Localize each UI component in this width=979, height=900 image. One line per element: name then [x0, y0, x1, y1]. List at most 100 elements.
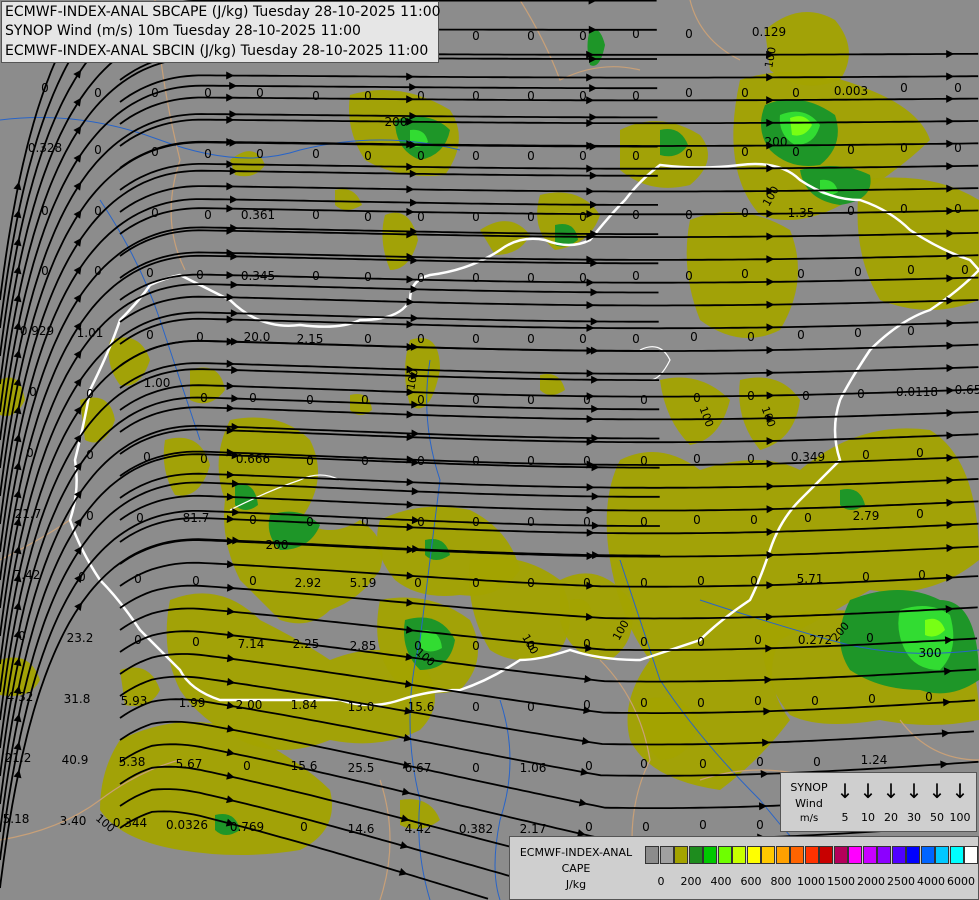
cin-label: 0 — [854, 265, 862, 279]
cin-label: 4.32 — [7, 690, 34, 704]
cape-color-swatch — [906, 846, 920, 864]
cin-label: 0 — [741, 206, 749, 220]
down-arrow-icon: ↓ — [905, 779, 923, 803]
cin-label: 0 — [697, 696, 705, 710]
cin-label: 0 — [527, 271, 535, 285]
cin-label: 0.361 — [241, 208, 275, 222]
cin-label: 0 — [792, 145, 800, 159]
cin-label: 0 — [685, 27, 693, 41]
cin-label: 0 — [94, 204, 102, 218]
title-box: ECMWF-INDEX-ANAL SBCAPE (J/kg) Tuesday 2… — [1, 1, 441, 63]
cape-color-swatch — [688, 846, 703, 864]
cin-label: 0 — [747, 330, 755, 344]
cin-label: 0 — [741, 267, 749, 281]
cin-label: 0 — [472, 454, 480, 468]
cin-label: 0 — [961, 263, 969, 277]
cape-color-swatch — [659, 846, 674, 864]
cin-label: 0 — [747, 389, 755, 403]
cin-label: 0 — [94, 86, 102, 100]
down-arrow-icon: ↓ — [928, 779, 946, 803]
cin-label: 0 — [697, 574, 705, 588]
cin-label: 200 — [385, 115, 408, 129]
cin-label: 31.8 — [64, 692, 91, 706]
cin-label: 0 — [204, 208, 212, 222]
cin-label: 0 — [192, 635, 200, 649]
cape-color-swatch — [935, 846, 949, 864]
cin-label: 0 — [907, 324, 915, 338]
cin-label: 0 — [847, 204, 855, 218]
cin-label: 0 — [954, 202, 962, 216]
cin-label: 5.19 — [350, 576, 377, 590]
cin-label: 0 — [364, 332, 372, 346]
cin-label: 5.93 — [121, 694, 148, 708]
cin-label: 2.85 — [350, 639, 377, 653]
cin-label: 0 — [41, 264, 49, 278]
cin-label: 23.2 — [67, 631, 94, 645]
cin-label: 0 — [204, 86, 212, 100]
cape-color-swatch — [703, 846, 717, 864]
cin-label: 0.129 — [752, 25, 786, 39]
cin-label: 0 — [417, 515, 425, 529]
cape-color-swatch — [920, 846, 935, 864]
cin-label: 0 — [417, 210, 425, 224]
cin-label: 0 — [364, 149, 372, 163]
wind-speed-label: 100 — [949, 811, 971, 824]
cin-label: 0 — [472, 700, 480, 714]
cin-label: 0 — [86, 387, 94, 401]
down-arrow-icon: ↓ — [951, 779, 969, 803]
cape-tick-label: 6000 — [947, 875, 975, 888]
cin-label: 0 — [136, 511, 144, 525]
cin-label: 0 — [854, 326, 862, 340]
cin-label: 0 — [640, 515, 648, 529]
cape-color-swatch — [964, 846, 978, 864]
cin-label: 0 — [312, 208, 320, 222]
cin-label: 0 — [204, 147, 212, 161]
cin-label: 0 — [579, 210, 587, 224]
cin-label: 0 — [312, 269, 320, 283]
cin-label: 0 — [243, 759, 251, 773]
cin-label: 0 — [579, 149, 587, 163]
cin-label: 0 — [361, 515, 369, 529]
wind-speed-label: 5 — [841, 811, 849, 824]
cin-label: 5.67 — [176, 757, 203, 771]
cin-label: 0 — [754, 694, 762, 708]
cin-label: 0 — [690, 330, 698, 344]
cin-label: 0 — [862, 570, 870, 584]
wind-legend-line2: Wind — [795, 797, 823, 810]
cin-label: 0 — [693, 391, 701, 405]
cin-label: 0 — [756, 818, 764, 832]
cin-label: 0 — [640, 696, 648, 710]
cin-label: 0 — [585, 820, 593, 834]
cin-label: 0 — [472, 210, 480, 224]
cin-label: 0 — [579, 89, 587, 103]
cape-color-swatch — [674, 846, 688, 864]
cin-label: 0 — [196, 268, 204, 282]
cin-label: 81.7 — [183, 511, 210, 525]
cin-label: 0 — [527, 700, 535, 714]
cin-label: 0 — [472, 29, 480, 43]
cin-label: 0 — [632, 269, 640, 283]
cin-label: 0 — [361, 393, 369, 407]
cin-label: 0 — [151, 86, 159, 100]
wind-legend-unit: m/s — [799, 813, 819, 824]
cin-label: 0.272 — [798, 633, 832, 647]
cin-label: 0 — [192, 574, 200, 588]
down-arrow-icon: ↓ — [836, 779, 854, 803]
cape-color-swatch — [732, 846, 746, 864]
cin-label: 0 — [196, 330, 204, 344]
cin-label: 1.84 — [291, 698, 318, 712]
cin-label: 0 — [472, 639, 480, 653]
cape-legend-line2: CAPE — [561, 862, 591, 875]
cin-label: 0 — [146, 266, 154, 280]
cin-label: 0.769 — [230, 820, 264, 834]
cape-color-swatch — [761, 846, 775, 864]
cin-label: 0 — [200, 452, 208, 466]
cin-label: 0 — [954, 81, 962, 95]
cin-label: 0 — [256, 86, 264, 100]
cin-label: 0 — [866, 631, 874, 645]
cin-label: 0 — [94, 143, 102, 157]
cin-label: 0 — [900, 81, 908, 95]
cin-label: 0 — [472, 515, 480, 529]
cin-label: 2.92 — [295, 576, 322, 590]
cin-label: 0 — [802, 389, 810, 403]
